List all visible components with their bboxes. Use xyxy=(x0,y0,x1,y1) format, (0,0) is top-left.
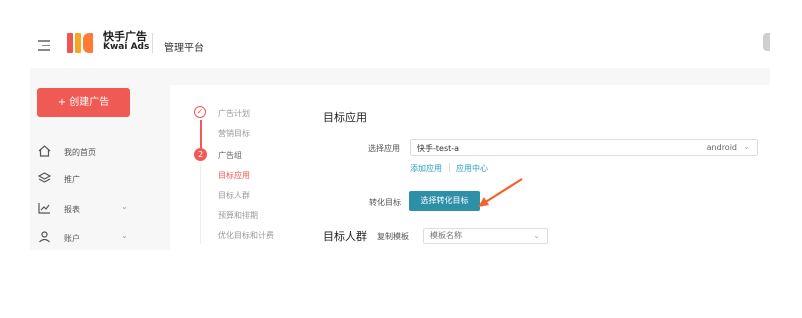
copy-template-label: 复制模板 xyxy=(377,232,409,241)
select-app-label: 选择应用 xyxy=(368,144,400,153)
step-target-app[interactable]: 目标应用 xyxy=(218,170,250,181)
chart-icon xyxy=(38,202,54,216)
chevron-down-icon: ⌄ xyxy=(533,231,540,240)
sidebar-item-label: 报表 xyxy=(64,204,80,214)
create-ad-button[interactable]: + 创建广告 xyxy=(37,88,130,117)
arrow-annotation-icon xyxy=(478,178,523,207)
link-divider xyxy=(449,163,450,172)
chevron-down-icon[interactable]: ⌄ xyxy=(121,202,128,211)
step-connector xyxy=(200,164,201,244)
section-title: 目标应用 xyxy=(323,111,367,124)
sidebar-item-reports[interactable]: 报表 xyxy=(38,202,80,216)
menu-toggle-icon[interactable] xyxy=(38,40,50,54)
add-app-link[interactable]: 添加应用 xyxy=(410,163,442,174)
logo-en: Kwai Ads xyxy=(103,42,150,52)
platform-title: 管理平台 xyxy=(164,43,204,54)
app-center-link[interactable]: 应用中心 xyxy=(456,163,488,174)
template-select[interactable]: ⌄ xyxy=(423,228,548,244)
logo: 快手广告 Kwai Ads xyxy=(103,31,149,53)
sidebar-item-promotion[interactable]: 推广 xyxy=(37,172,80,186)
step-optimization-billing[interactable]: 优化目标和计费 xyxy=(218,230,274,241)
sidebar-item-label: 我的首页 xyxy=(64,147,96,157)
avatar[interactable] xyxy=(763,33,770,51)
template-name-input[interactable] xyxy=(430,231,530,240)
app-select[interactable]: 快手-test-a android ⌄ xyxy=(410,139,758,156)
sidebar-item-label: 账户 xyxy=(64,233,80,243)
app-os: android xyxy=(706,143,737,152)
sidebar-item-label: 推广 xyxy=(64,174,80,184)
step-ad-group[interactable]: 广告组 xyxy=(218,150,242,161)
sidebar-item-home[interactable]: 我的首页 xyxy=(38,145,96,159)
conversion-goal-label: 转化目标 xyxy=(369,198,401,207)
step-marketing-goal[interactable]: 营销目标 xyxy=(218,128,250,139)
app-select-value: 快手-test-a xyxy=(417,144,460,153)
chevron-down-icon[interactable]: ⌄ xyxy=(121,231,128,240)
sidebar-item-account[interactable]: 账户 xyxy=(38,231,80,245)
check-icon: ✓ xyxy=(194,106,206,118)
kwai-logo-icon xyxy=(67,33,99,53)
home-icon xyxy=(38,145,54,159)
logo-cn: 快手广告 xyxy=(103,30,147,43)
step-connector xyxy=(200,120,202,148)
header-divider xyxy=(152,33,153,53)
step-ad-plan[interactable]: 广告计划 xyxy=(218,108,250,119)
step-target-audience[interactable]: 目标人群 xyxy=(218,190,250,201)
step-number-badge: 2 xyxy=(194,148,207,161)
audience-section-title: 目标人群 xyxy=(323,230,367,243)
step-budget-schedule[interactable]: 预算和排期 xyxy=(218,210,258,221)
top-bar: 快手广告 Kwai Ads 管理平台 xyxy=(0,0,770,68)
user-icon xyxy=(38,231,54,245)
layers-icon xyxy=(37,172,54,186)
chevron-down-icon: ⌄ xyxy=(743,142,750,151)
